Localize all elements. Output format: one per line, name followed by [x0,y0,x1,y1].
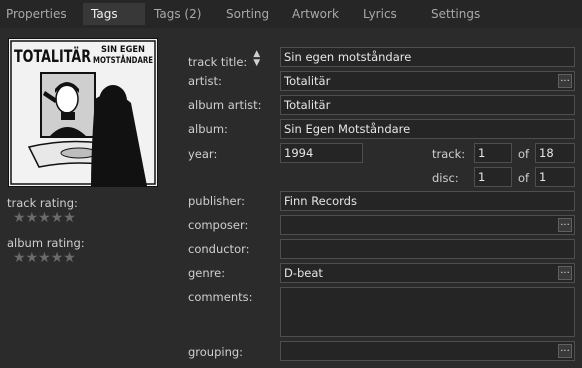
grouping-ellipsis-button[interactable]: ... [558,344,572,358]
genre-label: genre: [188,266,226,280]
artist-field-value: Totalitär [284,74,331,88]
disc-total-field[interactable]: 1 [535,167,575,187]
composer-ellipsis-button[interactable]: ... [558,218,572,232]
artwork-title-line2: MOTSTÅNDARE [93,55,153,66]
star-icon[interactable]: ★ [38,210,51,226]
genre-ellipsis-button[interactable]: ... [558,266,572,280]
track-title-label-text: track title: [188,55,248,69]
disc-number-field[interactable]: 1 [474,167,512,187]
publisher-field[interactable]: Finn Records [280,191,575,211]
artwork-title-line1: SIN EGEN [101,45,145,55]
tab-properties[interactable]: Properties [6,3,67,25]
composer-label: composer: [188,218,249,232]
tab-artwork[interactable]: Artwork [292,3,339,25]
tab-lyrics[interactable]: Lyrics [363,3,397,25]
track-number-field[interactable]: 1 [474,143,512,163]
conductor-label: conductor: [188,242,250,256]
album-rating-label: album rating: [7,236,85,250]
track-rating-stars[interactable]: ★★★★★ [13,210,76,226]
sort-updown-icon[interactable]: ▲ ▼ [253,50,260,68]
comments-field[interactable] [280,287,575,337]
star-icon[interactable]: ★ [13,210,26,226]
genre-field-value: D-beat [284,266,323,280]
star-icon[interactable]: ★ [38,250,51,266]
star-icon[interactable]: ★ [51,210,64,226]
track-label: track: [432,147,466,161]
publisher-label: publisher: [188,194,246,208]
grouping-label: grouping: [188,345,244,359]
year-label: year: [188,147,218,161]
conductor-field[interactable] [280,239,575,259]
year-field[interactable]: 1994 [280,143,363,163]
star-icon[interactable]: ★ [26,210,39,226]
comments-label: comments: [188,290,253,304]
star-icon[interactable]: ★ [13,250,26,266]
tab-tags[interactable]: Tags [83,3,145,25]
track-of-label: of [518,147,530,161]
composer-field[interactable]: ... [280,215,575,235]
album-artwork[interactable]: TOTALITÄR SIN EGEN MOTSTÅNDARE [8,38,158,187]
artwork-band-text: TOTALITÄR [14,45,91,67]
disc-label: disc: [432,171,459,185]
disc-of-label: of [518,171,530,185]
track-title-field[interactable]: Sin egen motståndare [280,47,575,67]
tab-settings[interactable]: Settings [431,3,480,25]
star-icon[interactable]: ★ [63,210,76,226]
album-artist-label: album artist: [188,98,262,112]
genre-field[interactable]: D-beat ... [280,263,575,283]
star-icon[interactable]: ★ [51,250,64,266]
tab-bar: Properties Tags Tags (2) Sorting Artwork… [0,0,582,28]
tab-sorting[interactable]: Sorting [226,3,269,25]
album-artwork-image: TOTALITÄR SIN EGEN MOTSTÅNDARE [9,39,157,186]
star-icon[interactable]: ★ [26,250,39,266]
album-rating-stars[interactable]: ★★★★★ [13,250,76,266]
track-rating-label: track rating: [7,196,78,210]
track-title-label[interactable]: track title: ▲ ▼ [188,50,260,70]
tab-tags-2[interactable]: Tags (2) [154,3,201,25]
artist-label: artist: [188,74,222,88]
grouping-field[interactable]: ... [280,341,575,361]
album-field[interactable]: Sin Egen Motståndare [280,119,575,139]
album-artist-field[interactable]: Totalitär [280,95,575,115]
album-label: album: [188,122,228,136]
artist-field[interactable]: Totalitär ... [280,71,575,91]
star-icon[interactable]: ★ [63,250,76,266]
artist-ellipsis-button[interactable]: ... [558,74,572,88]
track-total-field[interactable]: 18 [535,143,575,163]
